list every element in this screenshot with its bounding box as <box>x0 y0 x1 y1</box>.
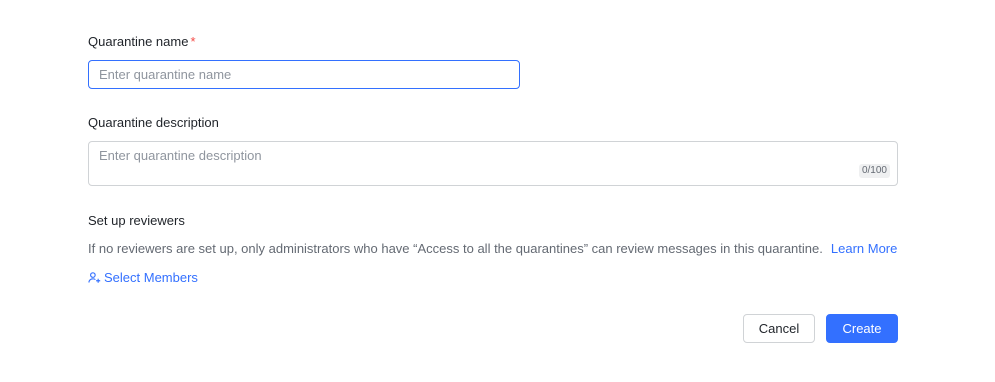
quarantine-name-input[interactable] <box>88 60 520 89</box>
quarantine-name-label-text: Quarantine name <box>88 34 189 49</box>
learn-more-link[interactable]: Learn More <box>831 241 897 256</box>
reviewers-helper-text: If no reviewers are set up, only adminis… <box>88 241 897 256</box>
create-button[interactable]: Create <box>826 314 898 343</box>
set-up-reviewers-label: Set up reviewers <box>88 213 185 228</box>
quarantine-description-field: 0/100 <box>88 141 898 186</box>
quarantine-description-input[interactable] <box>89 142 897 185</box>
add-user-icon <box>88 271 101 284</box>
quarantine-description-label: Quarantine description <box>88 115 219 130</box>
required-asterisk: * <box>190 34 196 49</box>
description-char-counter: 0/100 <box>858 164 890 178</box>
reviewers-helper-message: If no reviewers are set up, only adminis… <box>88 241 823 256</box>
quarantine-name-label: Quarantine name * <box>88 34 196 49</box>
select-members-label: Select Members <box>104 270 198 285</box>
cancel-button[interactable]: Cancel <box>743 314 815 343</box>
select-members-button[interactable]: Select Members <box>88 270 198 285</box>
